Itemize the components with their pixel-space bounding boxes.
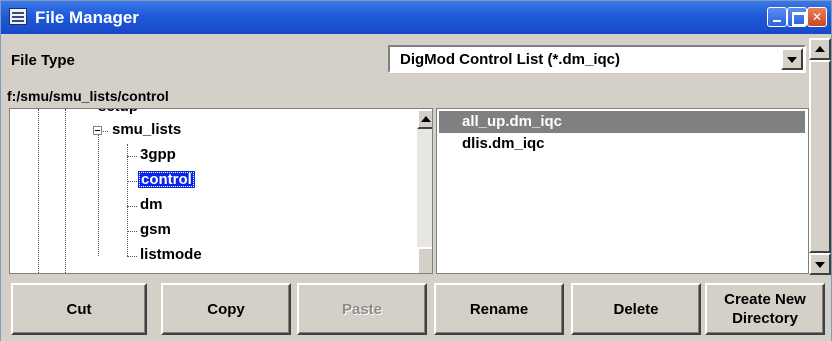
file-type-select[interactable]: DigMod Control List (*.dm_iqc) [388,45,806,73]
cut-button[interactable]: Cut [11,283,147,335]
main-scroll-thumb[interactable] [809,60,831,253]
file-type-label: File Type [11,52,75,69]
file-type-row: File Type DigMod Control List (*.dm_iqc) [5,38,809,82]
file-list[interactable]: all_up.dm_iqc dlis.dm_iqc [436,108,809,274]
copy-button[interactable]: Copy [161,283,291,335]
create-new-directory-button[interactable]: Create New Directory [705,283,825,335]
tree-scroll-thumb[interactable] [417,247,432,273]
directory-tree[interactable]: setup smu_lists 3gpp control dm gsm list… [9,108,433,274]
dropdown-arrow-icon[interactable] [781,48,803,70]
tree-item-listmode[interactable]: listmode [140,246,202,263]
title-bar[interactable]: File Manager ✕ [1,1,831,34]
path-text: f:/smu/smu_lists/control [7,88,169,104]
file-type-value: DigMod Control List (*.dm_iqc) [400,51,620,68]
tree-item-control[interactable]: control [138,171,195,188]
tree-item-dm[interactable]: dm [140,196,163,213]
scroll-down-icon[interactable] [809,253,831,275]
paste-button[interactable]: Paste [297,283,427,335]
file-manager-window: File Manager ✕ File Type DigMod Control … [0,0,832,341]
main-scrollbar[interactable] [809,38,831,275]
button-bar: Cut Copy Paste Rename Delete Create New … [1,275,831,341]
scroll-up-icon[interactable] [417,109,432,129]
collapse-icon[interactable] [93,126,102,135]
rename-button[interactable]: Rename [434,283,564,335]
delete-button[interactable]: Delete [571,283,701,335]
tree-item-gsm[interactable]: gsm [140,221,171,238]
minimize-icon[interactable] [767,7,787,27]
scroll-up-icon[interactable] [809,38,831,60]
tree-item-clipped[interactable]: setup [98,109,138,115]
file-item[interactable]: dlis.dm_iqc [439,133,805,155]
tree-item-smu-lists[interactable]: smu_lists [112,121,181,138]
tree-scrollbar[interactable] [417,109,432,273]
create-new-directory-line2: Directory [732,310,798,327]
current-path: f:/smu/smu_lists/control [5,87,805,107]
create-new-directory-line1: Create New [724,291,806,308]
file-item[interactable]: all_up.dm_iqc [439,111,805,133]
app-icon [9,8,27,25]
tree-item-3gpp[interactable]: 3gpp [140,146,176,163]
window-title: File Manager [35,8,139,27]
close-icon[interactable]: ✕ [807,7,827,27]
maximize-icon[interactable] [787,7,807,27]
